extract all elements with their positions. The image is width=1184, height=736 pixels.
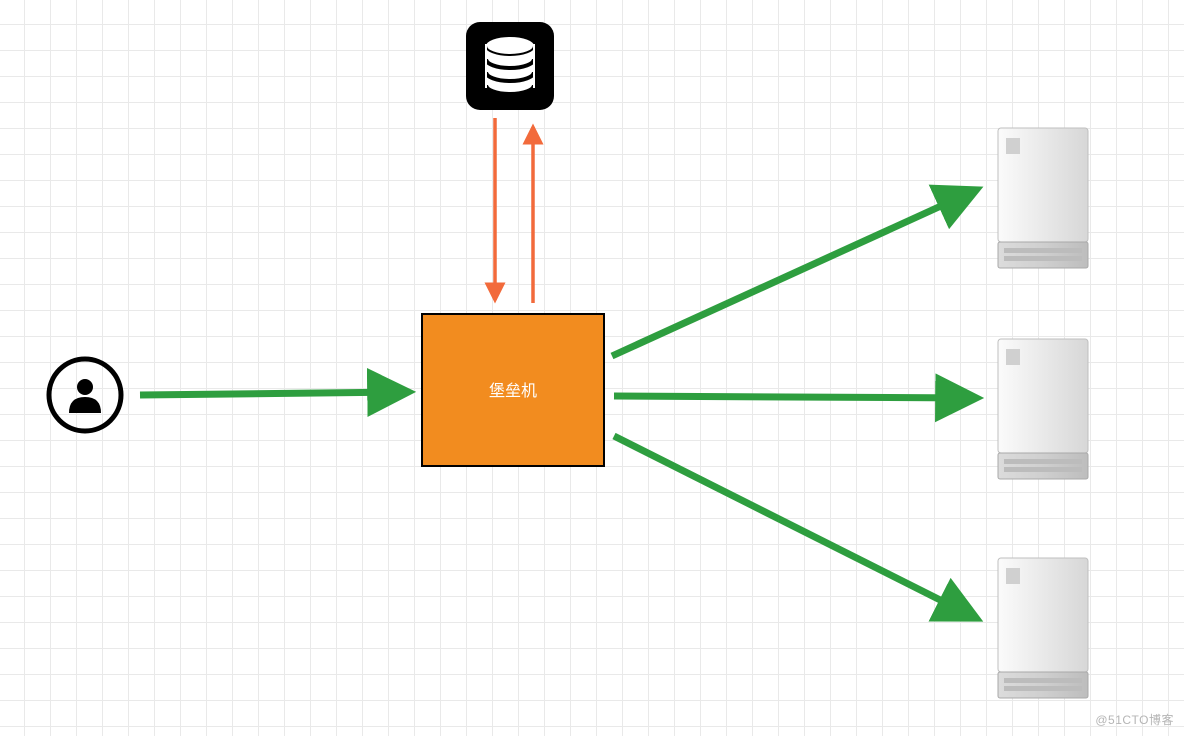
architecture-diagram: 堡垒机 <box>0 0 1184 736</box>
diagram-canvas: 堡垒机 <box>0 0 1184 736</box>
user-icon <box>49 359 121 431</box>
arrow-bastion-to-server3 <box>614 436 976 618</box>
bastion-host: 堡垒机 <box>422 314 604 466</box>
arrow-user-to-bastion <box>140 392 408 395</box>
server-icon-1 <box>998 128 1088 268</box>
watermark-text: @51CTO博客 <box>1095 711 1174 728</box>
server-icon-2 <box>998 339 1088 479</box>
bastion-host-label: 堡垒机 <box>489 382 537 400</box>
server-icon-3 <box>998 558 1088 698</box>
arrow-bastion-to-server2 <box>614 396 976 398</box>
arrow-bastion-to-server1 <box>612 190 976 356</box>
database-icon <box>466 22 554 110</box>
